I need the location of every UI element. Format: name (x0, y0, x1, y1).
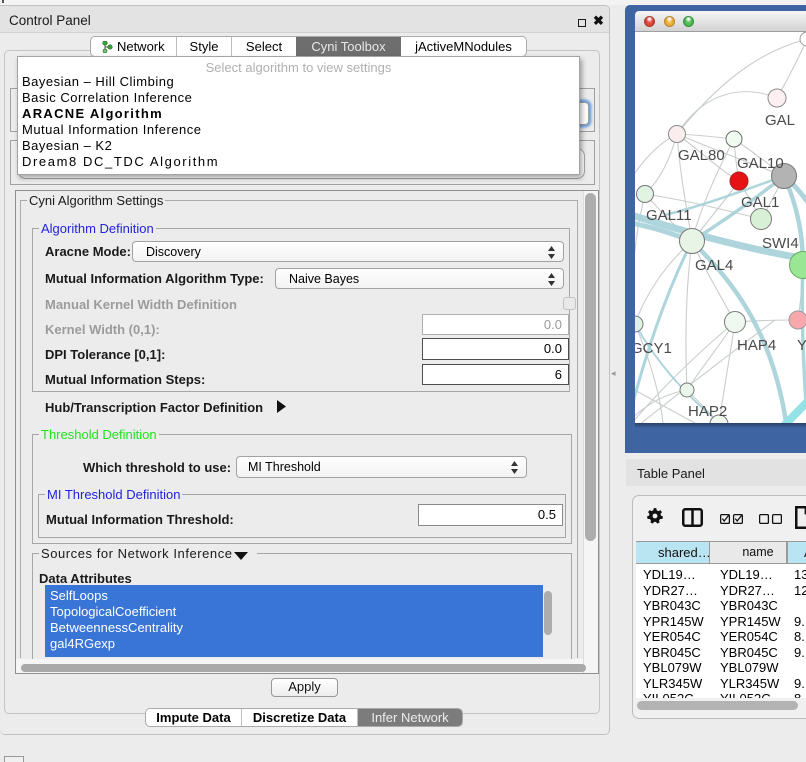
svg-text:Y: Y (797, 337, 806, 354)
svg-text:GAL10: GAL10 (737, 155, 784, 172)
svg-text:GAL1: GAL1 (741, 194, 779, 211)
svg-text:SWI4: SWI4 (762, 235, 799, 252)
svg-text:HAP4: HAP4 (737, 337, 776, 354)
svg-text:GAL80: GAL80 (678, 147, 725, 164)
svg-text:HAP2: HAP2 (688, 403, 727, 420)
svg-text:GAL4: GAL4 (695, 257, 733, 274)
svg-text:GAL: GAL (765, 112, 795, 129)
svg-text:GCY1: GCY1 (635, 340, 672, 357)
svg-text:GAL11: GAL11 (646, 207, 692, 224)
